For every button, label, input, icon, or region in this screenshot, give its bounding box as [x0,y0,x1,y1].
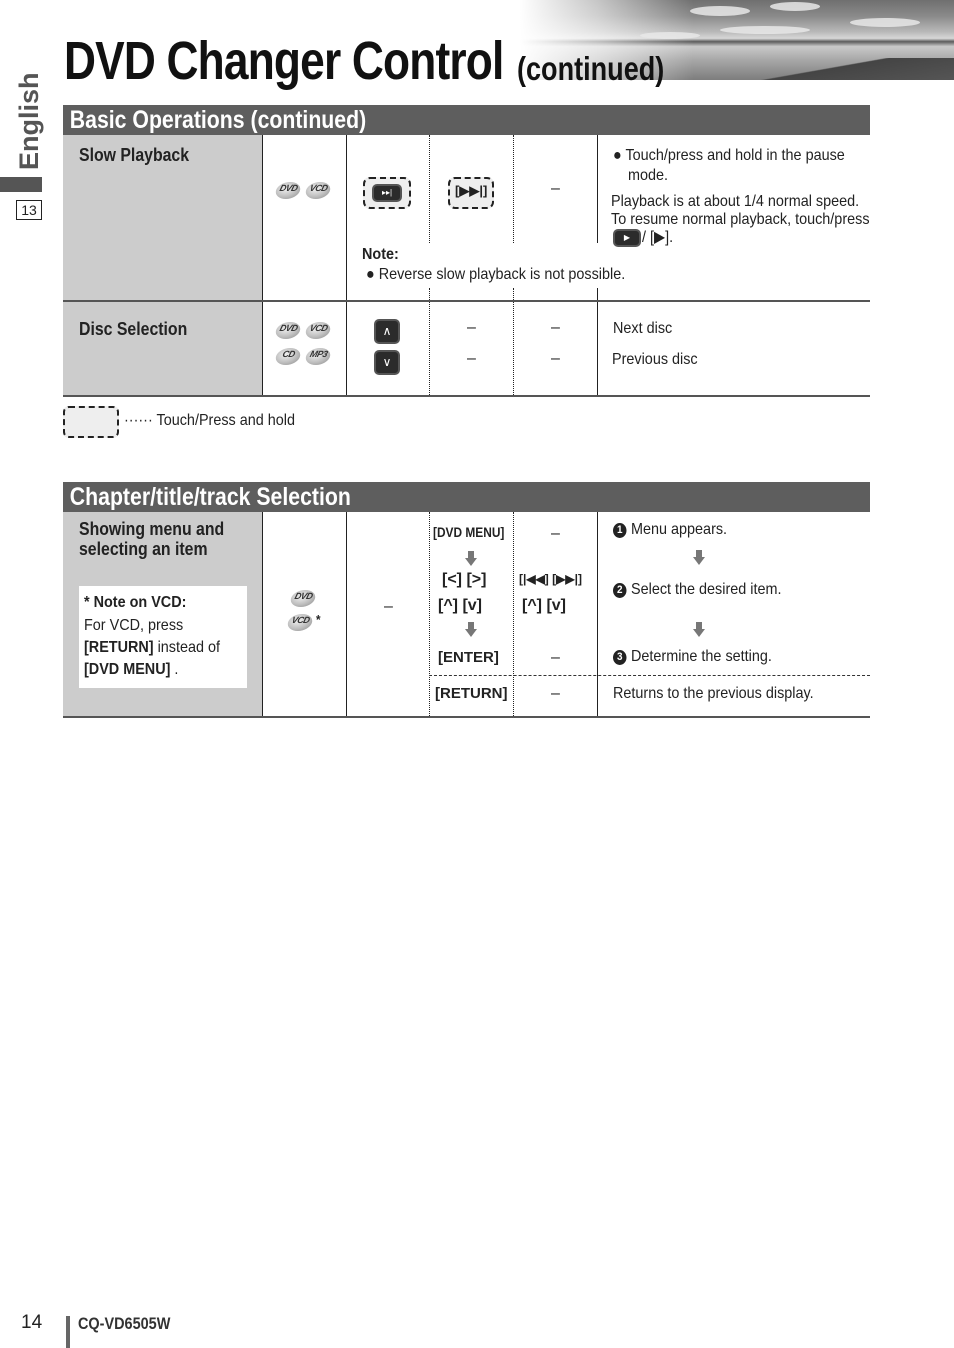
row-label-cell: Slow Playback [63,135,263,302]
column-divider [597,512,598,718]
page-title: DVD Changer Control (continued) [64,30,664,91]
mp3-disc-icon: MP3 [303,348,333,365]
language-label: English [14,72,44,170]
no-operation-dash: – [551,180,560,197]
vcd-note-line: [DVD MENU] . [84,661,179,678]
vcd-note-line: [RETURN] instead of [84,639,221,656]
dvd-menu-key[interactable]: [DVD MENU] [433,524,504,540]
no-operation-dash: – [551,649,560,666]
column-divider [597,302,598,397]
return-description: Returns to the previous display. [613,685,814,702]
side-page-box: 13 [16,200,42,220]
row-label: Showing menu and selecting an item [79,519,224,559]
description-bullet: ● Touch/press and hold in the pause [613,147,845,164]
description-line: Playback is at about 1/4 normal speed. [611,193,860,210]
column-divider [346,302,347,397]
step-1: 1 Menu appears. [613,520,727,539]
no-operation-dash: – [467,350,476,367]
column-divider-dotted [429,512,430,718]
skip-keys[interactable]: [|◀◀] [▶▶|] [519,572,582,586]
return-key[interactable]: [RETURN] [435,685,508,702]
disc-up-button[interactable]: ∧ [374,319,400,344]
row-label: Slow Playback [79,145,190,165]
vcd-note-line: For VCD, press [84,617,184,634]
step-number-icon: 2 [613,583,627,598]
cursor-left-right-keys[interactable]: [<] [>] [442,571,486,589]
column-divider-dotted [513,302,514,397]
column-divider [346,135,347,302]
chevron-down-icon: ∨ [382,355,392,369]
slow-forward-icon: ▸▸| [372,184,402,202]
touch-slow-button[interactable]: ▸▸| [363,177,411,209]
page-title-text: DVD Changer Control [64,31,504,91]
step-number-icon: 1 [613,523,627,538]
column-divider [597,135,598,243]
page-number: 14 [21,1312,43,1333]
step-2: 2 Select the desired item. [613,580,781,599]
table-row-showing-menu: Showing menu and selecting an item * Not… [63,512,870,718]
section-header-basic-operations: Basic Operations (continued) [63,105,870,135]
no-operation-dash: – [384,598,393,615]
play-button-icon: ▶ [613,229,641,247]
vcd-disc-icon: VCD [303,182,333,199]
column-divider-dotted [429,302,430,397]
column-divider [346,512,347,718]
step-3: 3 Determine the setting. [613,647,772,666]
vcd-note-box: * Note on VCD: For VCD, press [RETURN] i… [79,586,247,688]
column-divider-dotted [429,135,430,243]
description-previous-disc: Previous disc [612,351,698,368]
vcd-disc-icon: VCD [303,322,333,339]
footer-divider [66,1316,70,1348]
no-operation-dash: – [551,319,560,336]
table-row-disc-selection: Disc Selection DVD VCD CD MP3 ∧ ∨ – – – … [63,302,870,397]
no-operation-dash: – [551,350,560,367]
description-line: To resume normal playback, touch/press [611,211,870,228]
no-operation-dash: – [467,319,476,336]
page-title-suffix: (continued) [517,50,665,87]
arrow-down-icon [465,622,477,637]
dvd-disc-icon: DVD [273,182,303,199]
table-row-slow-playback: Slow Playback DVD VCD ▸▸| [▶▶|] – ● Touc… [63,135,870,302]
dvd-disc-icon: DVD [273,322,303,339]
row-label-line: Showing menu and [79,519,225,539]
vcd-note-title: * Note on VCD: [84,594,187,611]
column-divider-dotted [513,135,514,243]
description-line: / [▶]. [642,229,674,246]
row-label-line: selecting an item [79,539,208,559]
enter-key[interactable]: [ENTER] [438,649,499,666]
row-label-cell: Disc Selection [63,302,263,397]
touch-hold-legend-text: ······ Touch/Press and hold [124,412,295,429]
row-divider [63,716,870,718]
chevron-up-icon: ∧ [382,324,392,338]
vcd-disc-icon: VCD [285,614,315,631]
return-row-divider [429,675,870,676]
row-label-cell: Showing menu and selecting an item * Not… [63,512,263,718]
touch-hold-legend-icon [63,406,119,438]
step-number-icon: 3 [613,650,627,665]
language-tab-bar [0,177,42,192]
remote-skip-forward-key[interactable]: [▶▶|] [448,177,494,209]
arrow-down-icon [693,622,705,637]
description-next-disc: Next disc [613,320,673,337]
no-operation-dash: – [551,685,560,702]
note-title: Note: [362,246,399,263]
row-label: Disc Selection [79,319,188,339]
arrow-down-icon [693,550,705,565]
column-divider-dotted [513,512,514,718]
description-bullet-cont: mode. [628,167,669,184]
up-down-keys[interactable]: [^] [v] [522,597,566,615]
no-operation-dash: – [551,525,560,542]
cursor-up-down-keys[interactable]: [^] [v] [438,597,482,615]
row-divider [63,395,870,397]
dvd-disc-icon: DVD [288,590,318,607]
arrow-down-icon [465,551,477,566]
vcd-asterisk: * [316,612,321,627]
cd-disc-icon: CD [273,348,303,365]
section-header-chapter-selection: Chapter/title/track Selection [63,482,870,512]
note-text: ● Reverse slow playback is not possible. [366,266,626,283]
model-number: CQ-VD6505W [78,1314,171,1333]
section-title: Basic Operations (continued) [69,106,367,134]
disc-down-button[interactable]: ∨ [374,350,400,375]
section-title: Chapter/title/track Selection [69,483,351,511]
